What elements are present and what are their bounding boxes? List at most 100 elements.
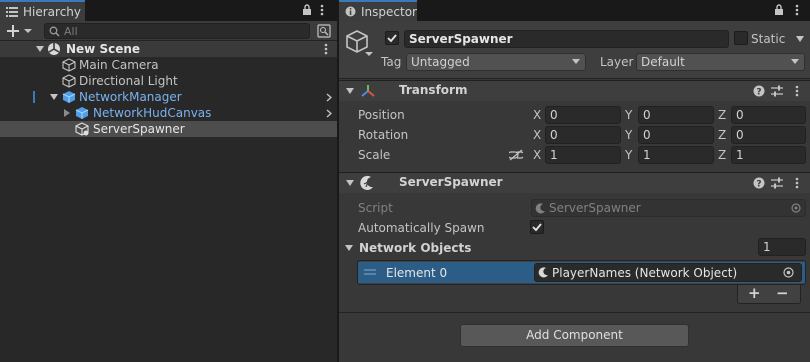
scene-row[interactable]: New Scene (0, 41, 337, 57)
script-label: Script (358, 201, 393, 215)
tab-hierarchy[interactable]: Hierarchy (0, 0, 85, 21)
mirror-script-icon (359, 175, 375, 191)
server-spawner-title: ServerSpawner (399, 175, 503, 189)
expand-arrow-icon[interactable] (346, 180, 354, 186)
rotation-x-field[interactable]: 0 (545, 126, 621, 144)
hierarchy-item-network-hud-canvas[interactable]: NetworkHudCanvas (0, 105, 337, 121)
script-field: ServerSpawner (531, 199, 806, 217)
auto-spawn-label: Automatically Spawn (358, 221, 485, 235)
scale-x-field[interactable]: 1 (545, 146, 621, 164)
create-dropdown-icon[interactable] (7, 25, 33, 37)
network-objects-label: Network Objects (359, 241, 472, 255)
rotation-z-axis-label[interactable]: Z (718, 127, 726, 143)
hierarchy-item-server-spawner[interactable]: ServerSpawner (0, 121, 337, 137)
position-y-field[interactable]: 0 (638, 106, 714, 124)
position-x-axis-label[interactable]: X (533, 107, 541, 123)
layer-dropdown[interactable]: Default (636, 53, 805, 71)
search-filter-icon[interactable] (317, 24, 331, 38)
help-icon[interactable]: ? (753, 85, 765, 97)
hierarchy-search-input[interactable]: All (44, 23, 310, 39)
scene-name: New Scene (66, 42, 141, 56)
position-y-axis-label[interactable]: Y (625, 107, 632, 123)
scale-y-field[interactable]: 1 (638, 146, 714, 164)
drag-handle-icon[interactable] (364, 269, 376, 275)
scale-y-axis-label[interactable]: Y (625, 147, 632, 163)
components-divider (339, 312, 810, 313)
rotation-y-axis-label[interactable]: Y (625, 127, 632, 143)
more-options-icon[interactable] (795, 4, 799, 16)
remove-element-button[interactable]: − (776, 285, 789, 301)
lock-icon[interactable] (774, 4, 784, 16)
chevron-right-icon[interactable] (326, 93, 332, 102)
position-x-field[interactable]: 0 (545, 106, 621, 124)
auto-spawn-checkbox[interactable] (530, 220, 544, 234)
object-name-field[interactable]: ServerSpawner (404, 30, 729, 48)
rotation-z-field[interactable]: 0 (731, 126, 806, 144)
expand-arrow-icon[interactable] (346, 88, 354, 94)
hierarchy-item-label: Directional Light (79, 74, 178, 88)
add-element-button[interactable]: + (748, 285, 761, 301)
gameobject-large-icon[interactable] (346, 29, 374, 57)
network-objects-size-field[interactable]: 1 (758, 238, 806, 256)
prefab-icon (75, 106, 89, 120)
svg-text:?: ? (756, 180, 761, 190)
scale-z-field[interactable]: 1 (731, 146, 806, 164)
transform-title: Transform (399, 83, 468, 97)
hierarchy-item-label: NetworkHudCanvas (93, 106, 212, 120)
object-picker-icon[interactable] (783, 267, 794, 278)
expand-arrow-icon[interactable] (50, 94, 58, 100)
tab-inspector-label: Inspector (361, 4, 417, 19)
position-z-axis-label[interactable]: Z (718, 107, 726, 123)
hierarchy-item-directional-light[interactable]: Directional Light (0, 73, 337, 89)
static-checkbox[interactable] (734, 31, 748, 45)
hierarchy-item-network-manager[interactable]: NetworkManager (0, 89, 337, 105)
component-more-icon[interactable] (795, 177, 799, 189)
expand-arrow-icon[interactable] (64, 109, 70, 117)
element-value: PlayerNames (Network Object) (552, 265, 738, 280)
info-icon (345, 6, 356, 17)
tab-inspector[interactable]: Inspector (339, 0, 417, 21)
add-component-button[interactable]: Add Component (460, 324, 689, 347)
static-dropdown-icon[interactable] (796, 36, 804, 42)
tag-label: Tag (381, 55, 402, 69)
presets-icon[interactable] (771, 85, 783, 97)
hierarchy-item-label: Main Camera (79, 58, 159, 72)
position-z-field[interactable]: 0 (731, 106, 806, 124)
hierarchy-item-label: NetworkManager (79, 90, 182, 104)
lock-icon[interactable] (302, 4, 312, 16)
rotation-x-axis-label[interactable]: X (533, 127, 541, 143)
tag-dropdown[interactable]: Untagged (406, 53, 586, 71)
hierarchy-item-main-camera[interactable]: Main Camera (0, 57, 337, 73)
scale-z-axis-label[interactable]: Z (718, 147, 726, 163)
scale-label: Scale (358, 148, 391, 162)
tag-value: Untagged (411, 55, 470, 69)
chevron-down-icon (572, 59, 580, 64)
object-picker-icon (791, 203, 801, 213)
constrain-proportions-icon[interactable] (509, 149, 523, 161)
scene-more-icon[interactable] (324, 43, 328, 55)
position-label: Position (358, 108, 405, 122)
active-checkbox[interactable] (385, 31, 399, 45)
script-value: ServerSpawner (549, 201, 641, 215)
chevron-right-icon[interactable] (326, 109, 332, 118)
layer-label: Layer (600, 55, 634, 69)
presets-icon[interactable] (771, 177, 783, 189)
search-placeholder: All (64, 24, 78, 38)
rotation-y-field[interactable]: 0 (638, 126, 714, 144)
component-more-icon[interactable] (795, 85, 799, 97)
gameobject-icon (62, 58, 76, 72)
list-icon (6, 6, 18, 17)
transform-header[interactable]: Transform ? (339, 80, 810, 101)
scale-x-axis-label[interactable]: X (533, 147, 541, 163)
element-object-field[interactable]: PlayerNames (Network Object) (534, 263, 802, 282)
prefab-icon (62, 90, 76, 104)
list-footer (737, 285, 801, 304)
expand-arrow-icon[interactable] (345, 245, 353, 251)
element-label: Element 0 (386, 266, 448, 280)
transform-icon (360, 83, 376, 99)
server-spawner-header[interactable]: ServerSpawner ? (339, 172, 810, 193)
prefab-marker (33, 91, 35, 103)
help-icon[interactable]: ? (753, 177, 765, 189)
expand-arrow-icon[interactable] (36, 46, 44, 52)
more-options-icon[interactable] (320, 4, 324, 16)
